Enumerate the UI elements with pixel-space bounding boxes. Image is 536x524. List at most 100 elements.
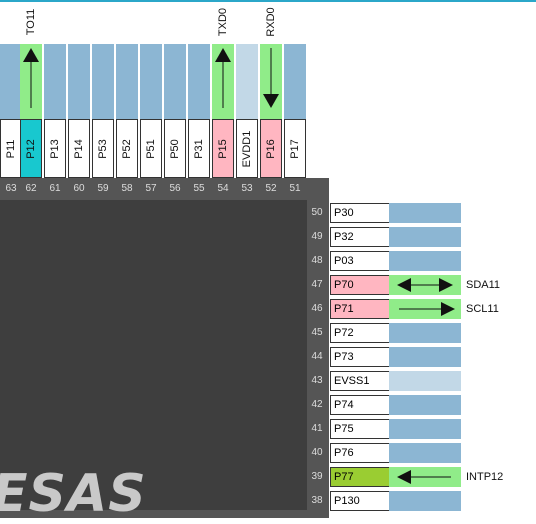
signal-label: SCL11 — [466, 303, 499, 315]
pin-stub — [389, 395, 461, 415]
arrow-up-icon — [23, 48, 39, 108]
signal-label: SDA11 — [466, 279, 501, 291]
top-pin-p50[interactable]: P50 — [164, 44, 186, 178]
pin-stub — [284, 44, 306, 119]
right-pin-p73[interactable]: 44 P73 — [307, 346, 536, 368]
pin-name-label: P13 — [49, 138, 61, 159]
right-pin-p75[interactable]: 41 P75 — [307, 418, 536, 440]
pin-name-label: P50 — [169, 138, 181, 159]
pin-name-label: P53 — [97, 138, 109, 159]
right-pin-p130[interactable]: 38 P130 — [307, 490, 536, 512]
pin-stub — [140, 44, 162, 119]
pin-name-label: P52 — [121, 138, 133, 159]
right-pin-p30[interactable]: 50 P30 — [307, 202, 536, 224]
pin-stub — [236, 44, 258, 119]
pin-stub — [389, 419, 461, 439]
pin-name-box[interactable]: P77 — [330, 467, 391, 487]
pin-name-label: P17 — [289, 138, 301, 159]
right-pin-p77[interactable]: 39 P77 INTP12 — [307, 466, 536, 488]
pin-name-box[interactable]: P76 — [330, 443, 391, 463]
pin-number: 58 — [121, 183, 133, 194]
pin-name-box[interactable]: P51 — [140, 119, 162, 178]
chip-package: ESAS — [0, 178, 329, 524]
pin-name-box[interactable]: P73 — [330, 347, 391, 367]
pin-name-box[interactable]: P71 — [330, 299, 391, 319]
pin-stub — [389, 371, 461, 391]
pin-stub — [389, 443, 461, 463]
right-pin-p32[interactable]: 49 P32 — [307, 226, 536, 248]
top-pin-p14[interactable]: P14 — [68, 44, 90, 178]
pin-number: 46 — [311, 303, 323, 314]
pin-name-label: P51 — [145, 138, 157, 159]
pin-name-label: P16 — [265, 138, 277, 159]
pin-name-box[interactable]: P17 — [284, 119, 306, 178]
pin-number: 41 — [311, 423, 323, 434]
pin-stub — [68, 44, 90, 119]
pin-number: 50 — [311, 207, 323, 218]
signal-label: INTP12 — [466, 471, 504, 483]
pin-name-label: P12 — [25, 138, 37, 159]
pin-name-box[interactable]: P72 — [330, 323, 391, 343]
pin-number: 39 — [311, 471, 323, 482]
pin-stub — [92, 44, 114, 119]
pin-number: 54 — [217, 183, 229, 194]
pin-stub — [389, 203, 461, 223]
pin-name-box[interactable]: P50 — [164, 119, 186, 178]
pin-number: 40 — [311, 447, 323, 458]
top-pin-p17[interactable]: P17 — [284, 44, 306, 178]
pin-number: 42 — [311, 399, 323, 410]
pin-name-box[interactable]: P130 — [330, 491, 391, 511]
pin-name-box[interactable]: P14 — [68, 119, 90, 178]
pin-stub — [44, 44, 66, 119]
pin-number: 48 — [311, 255, 323, 266]
pin-name-box[interactable]: EVSS1 — [330, 371, 391, 391]
top-pin-p13[interactable]: P13 — [44, 44, 66, 178]
right-pin-p71[interactable]: 46 P71 SCL11 — [307, 298, 536, 320]
renesas-logo: ESAS — [0, 464, 147, 524]
pin-name-box[interactable]: EVDD1 — [236, 119, 258, 178]
pin-number: 47 — [311, 279, 323, 290]
right-pin-p76[interactable]: 40 P76 — [307, 442, 536, 464]
signal-label-rxd0: RXD0 — [265, 7, 277, 37]
top-pin-p52[interactable]: P52 — [116, 44, 138, 178]
right-pin-p72[interactable]: 45 P72 — [307, 322, 536, 344]
pin-name-box[interactable]: P75 — [330, 419, 391, 439]
pin-number: 51 — [289, 183, 301, 194]
top-pin-p11[interactable]: P11 — [0, 44, 22, 178]
pin-number: 53 — [241, 183, 253, 194]
pin-name-box[interactable]: P16 — [260, 119, 282, 178]
pin-stub — [188, 44, 210, 119]
pin-name-box[interactable]: P11 — [0, 119, 22, 178]
top-pin-p51[interactable]: P51 — [140, 44, 162, 178]
pin-name-label: EVDD1 — [241, 130, 253, 167]
pin-name-box[interactable]: P13 — [44, 119, 66, 178]
pin-name-box[interactable]: P15 — [212, 119, 234, 178]
pin-name-box[interactable]: P12 — [20, 119, 42, 178]
pin-number: 61 — [49, 183, 61, 194]
signal-label-txd0: TXD0 — [217, 7, 229, 37]
right-pin-p70[interactable]: 47 P70 SDA11 — [307, 274, 536, 296]
pin-name-box[interactable]: P53 — [92, 119, 114, 178]
pin-name-box[interactable]: P52 — [116, 119, 138, 178]
double-arrow-icon — [397, 278, 453, 292]
pin-name-box[interactable]: P31 — [188, 119, 210, 178]
pin-stub — [389, 251, 461, 271]
right-pin-p74[interactable]: 42 P74 — [307, 394, 536, 416]
right-pin-p03[interactable]: 48 P03 — [307, 250, 536, 272]
pin-name-box[interactable]: P70 — [330, 275, 391, 295]
top-pin-evdd1[interactable]: EVDD1 — [236, 44, 258, 178]
pin-number: 52 — [265, 183, 277, 194]
pin-name-box[interactable]: P03 — [330, 251, 391, 271]
pin-name-box[interactable]: P30 — [330, 203, 391, 223]
pin-number: 44 — [311, 351, 323, 362]
pin-stub — [389, 323, 461, 343]
pin-number: 49 — [311, 231, 323, 242]
right-pin-evss1[interactable]: 43 EVSS1 — [307, 370, 536, 392]
pin-name-box[interactable]: P32 — [330, 227, 391, 247]
pin-stub — [389, 227, 461, 247]
pin-name-box[interactable]: P74 — [330, 395, 391, 415]
arrow-up-icon — [215, 48, 231, 108]
top-pin-p53[interactable]: P53 — [92, 44, 114, 178]
pin-number: 62 — [25, 183, 37, 194]
top-pin-p31[interactable]: P31 — [188, 44, 210, 178]
